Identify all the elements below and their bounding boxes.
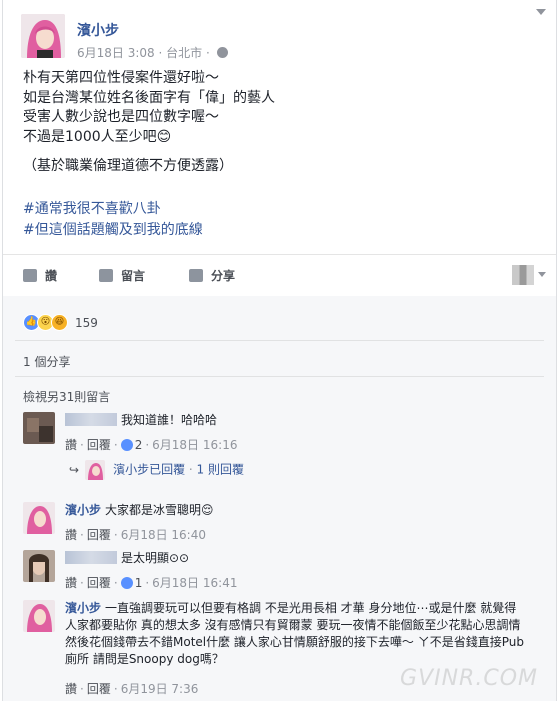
divider bbox=[15, 376, 544, 377]
commenter-avatar-image bbox=[23, 550, 55, 582]
comment-like-link[interactable]: 讚 bbox=[65, 576, 77, 590]
comment-body: 是太明顯⊙⊙ bbox=[65, 550, 189, 567]
comment-meta: 讚 · 回覆 · 1 · 6月18日 16:41 bbox=[65, 576, 238, 590]
hashtag-link[interactable]: #但這個話題觸及到我的底線 bbox=[23, 220, 203, 241]
post-note: （基於職業倫理道德不方便透露） bbox=[23, 158, 233, 174]
commenter-avatar[interactable] bbox=[23, 600, 55, 632]
share-label: 分享 bbox=[211, 269, 236, 283]
like-count-icon bbox=[120, 577, 133, 589]
author-avatar[interactable] bbox=[21, 14, 65, 58]
reply-arrow-icon: ↪ bbox=[69, 462, 80, 477]
share-count-link[interactable]: 1 個分享 bbox=[23, 353, 70, 370]
comment-text: 大家都是冰雪聰明😌 bbox=[105, 503, 214, 517]
watermark: GVINR.COM bbox=[400, 666, 538, 691]
reaction-summary[interactable]: 👍 😮 😆 159 bbox=[23, 312, 98, 331]
post-line: 不過是1000人至少吧😊 bbox=[23, 128, 172, 145]
commenter-avatar[interactable] bbox=[23, 550, 55, 582]
comment-body: 濱小步 一直強調要玩可以但要有格調 不是光用長相 才華 身分地位⋯或是什麼 就覺得… bbox=[65, 600, 525, 668]
commenter-name[interactable] bbox=[65, 551, 117, 564]
page-avatar bbox=[512, 265, 534, 285]
reply-count: 1 則回覆 bbox=[196, 462, 244, 477]
comment-label: 留言 bbox=[121, 269, 146, 283]
comment-text: 一直強調要玩可以但要有格調 不是光用長相 才華 身分地位⋯或是什麼 就覺得人家都… bbox=[65, 601, 524, 666]
post-line: 朴有天第四位性侵案件還好啦～ bbox=[23, 70, 219, 86]
reaction-count: 159 bbox=[75, 315, 98, 330]
comment-button[interactable]: 留言 bbox=[99, 267, 145, 284]
comment-like-link[interactable]: 讚 bbox=[65, 682, 77, 696]
post-author-name[interactable]: 濱小步 bbox=[77, 20, 119, 40]
commenter-name[interactable]: 濱小步 bbox=[65, 503, 101, 517]
hashtag-list: #通常我很不喜歡八卦 #但這個話題觸及到我的底線 bbox=[23, 199, 203, 241]
comment-text: 是太明顯⊙⊙ bbox=[121, 551, 190, 565]
commenter-name[interactable] bbox=[65, 413, 117, 426]
post-timestamp[interactable]: 6月18日 3:08 bbox=[77, 46, 155, 60]
reply-summary-row[interactable]: ↪ 濱小步已回覆 · 1 則回覆 bbox=[69, 460, 244, 480]
comment-time[interactable]: 6月18日 16:40 bbox=[121, 528, 206, 542]
view-more-comments-link[interactable]: 檢視另31則留言 bbox=[23, 388, 110, 405]
commenter-avatar[interactable] bbox=[23, 412, 55, 444]
post-as-selector[interactable] bbox=[512, 265, 546, 285]
comment-like-count[interactable]: 2 bbox=[135, 438, 143, 452]
meta-separator: · bbox=[158, 46, 167, 60]
comment-time[interactable]: 6月18日 16:16 bbox=[152, 438, 237, 452]
post-action-bar: 讚 留言 分享 bbox=[3, 254, 556, 296]
comment-like-count[interactable]: 1 bbox=[135, 576, 143, 590]
post-location[interactable]: 台北市 bbox=[166, 46, 202, 60]
comment-time[interactable]: 6月19日 7:36 bbox=[121, 682, 199, 696]
comment-reply-link[interactable]: 回覆 bbox=[87, 528, 111, 542]
commenter-name[interactable]: 濱小步 bbox=[65, 601, 101, 615]
like-label: 讚 bbox=[45, 269, 58, 283]
commenter-avatar-image bbox=[23, 412, 55, 444]
haha-reaction-icon: 😆 bbox=[51, 314, 68, 331]
post-meta: 6月18日 3:08 · 台北市 · bbox=[77, 44, 228, 61]
commenter-avatar-image bbox=[23, 502, 55, 534]
share-icon bbox=[189, 269, 203, 282]
like-button[interactable]: 讚 bbox=[23, 267, 57, 284]
comment-time[interactable]: 6月18日 16:41 bbox=[152, 576, 237, 590]
commenter-avatar[interactable] bbox=[23, 502, 55, 534]
meta-separator: · bbox=[205, 46, 214, 60]
post-body: 朴有天第四位性侵案件還好啦～ 如是台灣某位姓名後面字有「偉」的藝人 受害人數少說… bbox=[23, 69, 275, 177]
comment-meta: 讚 · 回覆 · 6月19日 7:36 bbox=[65, 682, 199, 696]
reply-summary-text: 濱小步已回覆 bbox=[113, 462, 186, 477]
thumbs-up-icon bbox=[23, 269, 37, 282]
comment-reply-link[interactable]: 回覆 bbox=[87, 576, 111, 590]
comment-like-link[interactable]: 讚 bbox=[65, 438, 77, 452]
comment-meta: 讚 · 回覆 · 6月18日 16:40 bbox=[65, 528, 206, 542]
author-avatar-image bbox=[21, 14, 65, 58]
replier-avatar bbox=[85, 460, 106, 480]
post-line: 受害人數少說也是四位數字喔～ bbox=[23, 109, 219, 125]
commenter-avatar-image bbox=[23, 600, 55, 632]
chevron-down-icon bbox=[538, 272, 546, 277]
chevron-down-icon[interactable] bbox=[534, 6, 548, 16]
comment-body: 濱小步 大家都是冰雪聰明😌 bbox=[65, 502, 214, 519]
comment-meta: 讚 · 回覆 · 2 · 6月18日 16:16 bbox=[65, 438, 238, 452]
comment-reply-link[interactable]: 回覆 bbox=[87, 438, 111, 452]
hashtag-link[interactable]: #通常我很不喜歡八卦 bbox=[23, 199, 203, 220]
like-count-icon bbox=[120, 439, 133, 451]
comment-like-link[interactable]: 讚 bbox=[65, 528, 77, 542]
feedback-area: 👍 😮 😆 159 1 個分享 檢視另31則留言 我知道誰！哈哈哈 讚 · 回覆 · 2 · 6月… bbox=[3, 296, 556, 701]
post-card: 濱小步 6月18日 3:08 · 台北市 · 朴有天第四位性侵案件還好啦～ 如是… bbox=[2, 0, 557, 701]
comment-body: 我知道誰！哈哈哈 bbox=[65, 412, 217, 429]
comment-text: 我知道誰！哈哈哈 bbox=[121, 413, 218, 427]
share-button[interactable]: 分享 bbox=[189, 267, 235, 284]
globe-icon bbox=[216, 47, 228, 58]
post-line: 如是台灣某位姓名後面字有「偉」的藝人 bbox=[23, 89, 275, 106]
comment-reply-link[interactable]: 回覆 bbox=[87, 682, 111, 696]
divider bbox=[15, 340, 544, 341]
comment-icon bbox=[99, 269, 113, 282]
